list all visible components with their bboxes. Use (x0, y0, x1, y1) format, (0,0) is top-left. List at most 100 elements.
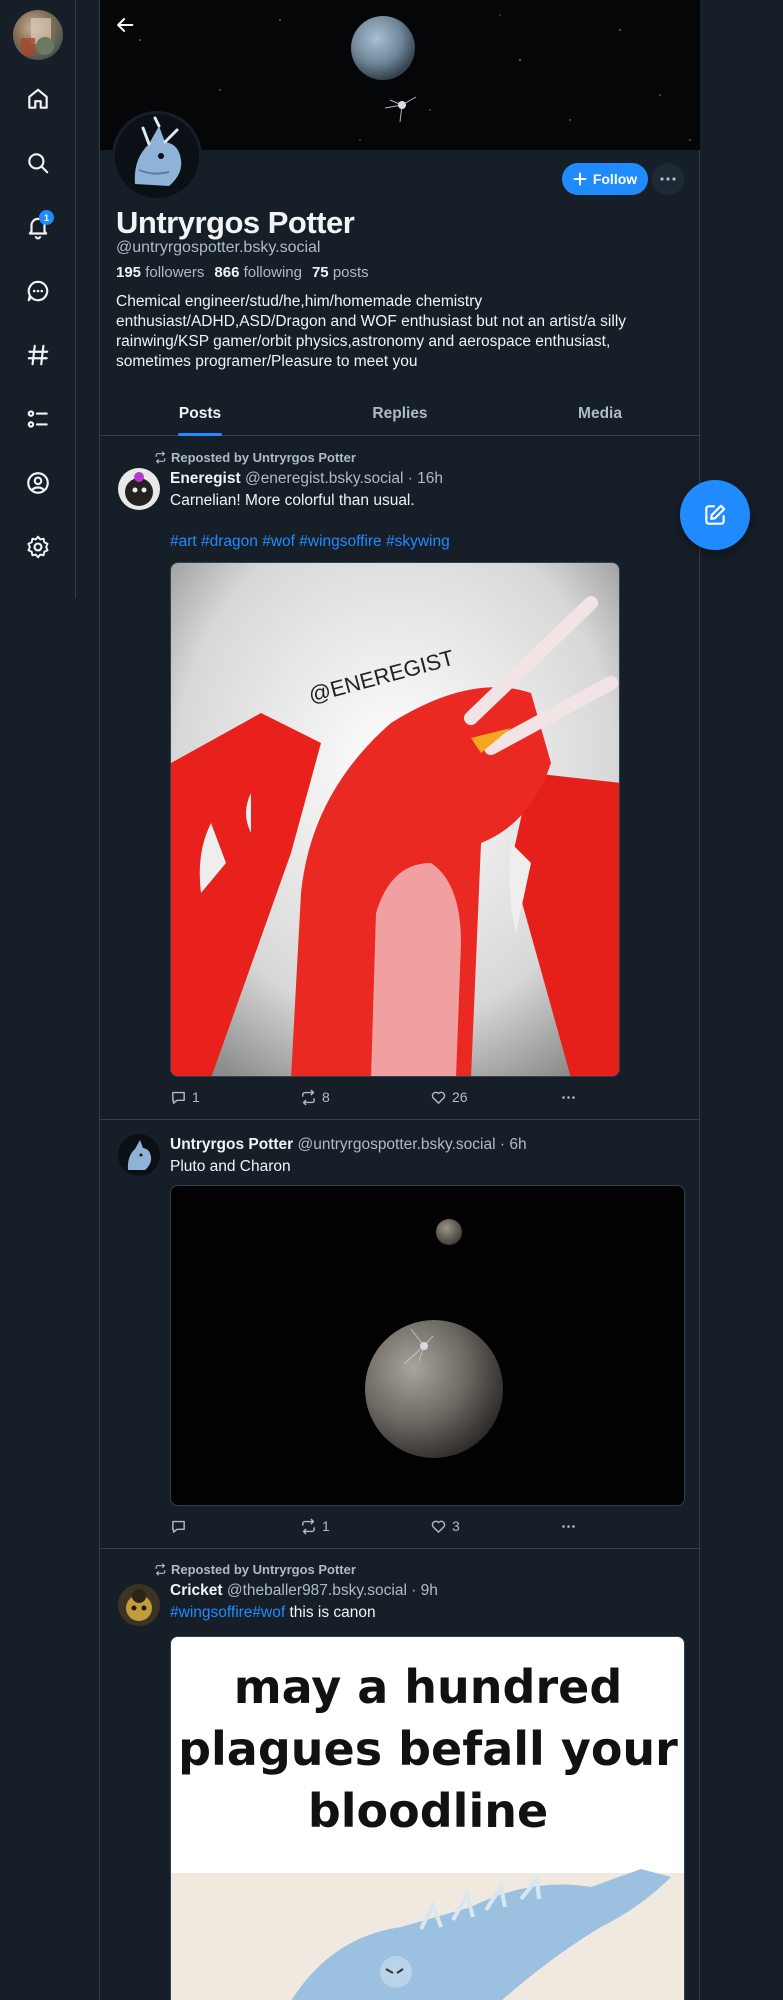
reply-button[interactable]: 1 (170, 1089, 300, 1106)
post-more-button[interactable] (560, 1518, 577, 1535)
repost-count: 8 (322, 1089, 330, 1105)
my-avatar[interactable] (13, 10, 63, 60)
nav-settings[interactable] (20, 529, 56, 565)
back-button[interactable] (110, 10, 140, 40)
meme-image: may a hundred plagues befall your bloodl… (171, 1637, 684, 2000)
follow-button[interactable]: Follow (562, 163, 648, 195)
author-avatar-icon (118, 1584, 160, 1626)
hashtag-icon (27, 344, 49, 366)
repost-icon (155, 451, 166, 464)
list-icon (27, 410, 48, 428)
chat-bubble-icon (27, 280, 49, 302)
dragon-avatar-icon (115, 114, 199, 198)
left-nav-rail: 1 (0, 0, 76, 598)
post-image[interactable] (170, 1185, 685, 1506)
post-hashtags[interactable]: #art #dragon #wof #wingsoffire #skywing (170, 532, 450, 552)
repost-indicator: Reposted by Untryrgos Potter (154, 450, 356, 465)
repost-button[interactable]: 8 (300, 1089, 430, 1106)
post-author-name[interactable]: Untryrgos Potter (170, 1136, 293, 1153)
post-text: this is canon (289, 1604, 376, 1621)
post-author-meta: @eneregist.bsky.social · 16h (244, 470, 444, 487)
followers-stat[interactable]: 195 followers (116, 264, 204, 281)
profile-stats: 195 followers 866 following 75 posts (116, 264, 369, 281)
nav-profile[interactable] (20, 465, 56, 501)
arrow-left-icon (117, 18, 134, 32)
tab-replies[interactable]: Replies (300, 392, 500, 435)
profile-handle: @untryrgospotter.bsky.social (116, 239, 321, 256)
like-count: 3 (452, 1518, 460, 1534)
posts-stat: 75 posts (312, 264, 369, 281)
post-author-avatar[interactable] (118, 468, 160, 510)
notification-badge: 1 (39, 210, 54, 225)
post-more-button[interactable] (560, 1089, 577, 1106)
meme-text-line-1: may a hundred (234, 1660, 623, 1714)
tab-posts[interactable]: Posts (100, 392, 300, 435)
posts-count: 75 (311, 264, 329, 281)
following-count: 866 (214, 264, 240, 281)
meme-text-line-2: plagues befall your (178, 1722, 678, 1776)
home-icon (28, 88, 48, 109)
nav-lists[interactable] (20, 401, 56, 437)
ellipsis-icon (660, 177, 676, 181)
gear-icon (27, 535, 49, 559)
heart-icon (431, 1520, 446, 1533)
profile-more-button[interactable] (652, 163, 684, 195)
repost-icon (155, 1563, 166, 1576)
post-text-line: #wingsoffire#wof this is canon (170, 1603, 376, 1623)
compose-post-button[interactable] (680, 480, 750, 550)
pluto-charon-image (171, 1186, 684, 1505)
following-stat[interactable]: 866 following (214, 264, 302, 281)
following-label: following (243, 264, 302, 281)
post-header: Untryrgos Potter @untryrgospotter.bsky.s… (170, 1136, 527, 1154)
post-header: Eneregist @eneregist.bsky.social · 16h (170, 470, 443, 488)
post-author-meta: @theballer987.bsky.social · 9h (226, 1582, 438, 1599)
post-author-meta: @untryrgospotter.bsky.social · 6h (297, 1136, 527, 1153)
post-hashtags[interactable]: #wingsoffire#wof (170, 1604, 285, 1621)
feed-post[interactable]: Untryrgos Potter @untryrgospotter.bsky.s… (100, 1120, 700, 1549)
user-circle-icon (27, 472, 49, 494)
reply-count: 1 (192, 1089, 200, 1105)
profile-bio: Chemical engineer/stud/he,him/homemade c… (116, 293, 627, 370)
followers-label: followers (145, 264, 205, 281)
repost-count: 1 (322, 1518, 330, 1534)
search-icon (28, 153, 49, 174)
reply-button[interactable] (170, 1518, 300, 1535)
tab-media[interactable]: Media (500, 392, 700, 435)
nav-search[interactable] (20, 145, 56, 181)
like-count: 26 (452, 1089, 468, 1105)
post-author-name[interactable]: Cricket (170, 1582, 223, 1599)
post-author-avatar[interactable] (118, 1134, 160, 1176)
feed-post[interactable]: Reposted by Untryrgos Potter Eneregist @… (100, 437, 700, 1120)
compose-pencil-icon (705, 504, 726, 525)
profile-main-column: Follow Untryrgos Potter @untryrgospotter… (99, 0, 700, 2000)
avatar-image-icon (21, 18, 54, 56)
repost-icon (302, 1089, 315, 1105)
profile-tabs: Posts Replies Media (100, 392, 700, 436)
nav-chat[interactable] (20, 273, 56, 309)
post-image[interactable]: may a hundred plagues befall your bloodl… (170, 1636, 685, 2000)
feed-post[interactable]: Reposted by Untryrgos Potter Cricket @th… (100, 1549, 700, 2000)
ellipsis-icon (562, 1095, 575, 1099)
nav-notifications[interactable]: 1 (20, 209, 56, 245)
nav-home[interactable] (20, 81, 56, 117)
post-author-name[interactable]: Eneregist (170, 470, 241, 487)
author-avatar-icon (118, 468, 160, 510)
post-text: Carnelian! More colorful than usual. (170, 492, 415, 509)
heart-icon (431, 1091, 446, 1104)
nav-feeds[interactable] (20, 337, 56, 373)
followers-count: 195 (116, 264, 142, 281)
repost-button[interactable]: 1 (300, 1518, 430, 1535)
like-button[interactable]: 3 (430, 1518, 560, 1535)
post-author-avatar[interactable] (118, 1584, 160, 1626)
post-actions: 1 3 (170, 1516, 590, 1536)
plus-icon (573, 172, 587, 186)
like-button[interactable]: 26 (430, 1089, 560, 1106)
repost-label: Reposted by Untryrgos Potter (171, 450, 356, 465)
profile-avatar[interactable] (112, 111, 202, 201)
meme-text-line-3: bloodline (308, 1784, 548, 1838)
reply-icon (172, 1091, 185, 1104)
post-text: Pluto and Charon (170, 1158, 291, 1175)
profile-display-name: Untryrgos Potter (116, 205, 355, 240)
post-image[interactable]: @ENEREGIST (170, 562, 620, 1077)
posts-label: posts (332, 264, 369, 281)
